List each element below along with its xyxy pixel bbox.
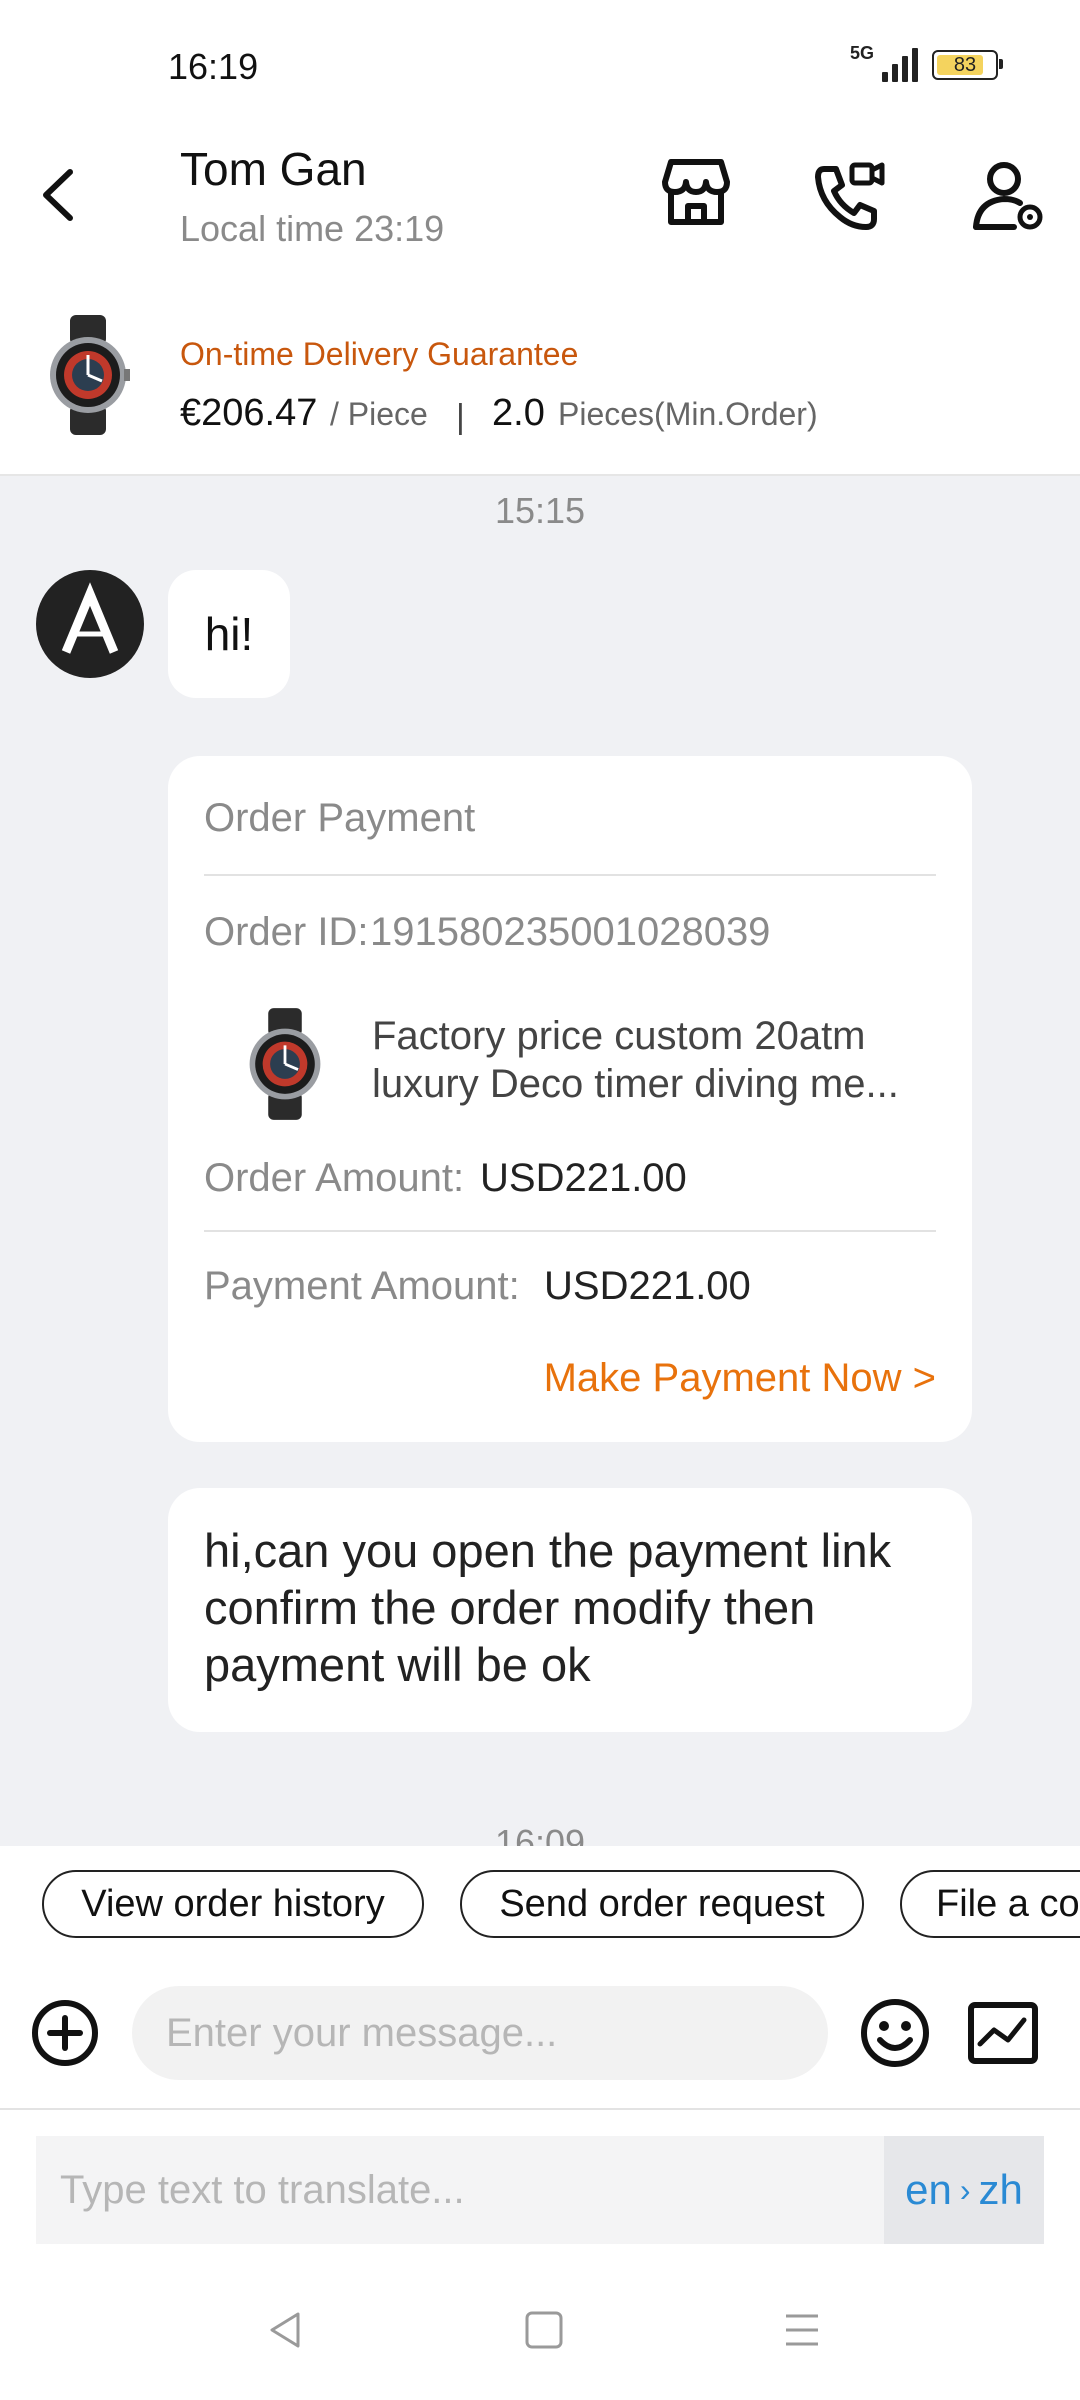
product-price: €206.47 [180,392,318,434]
square-home-icon [525,2311,563,2349]
message-text: hi,can you open the payment link confirm… [204,1524,892,1691]
brand-logo-icon [61,582,119,654]
avatar[interactable] [36,570,144,678]
triangle-back-icon [270,2312,300,2348]
nav-menu-button[interactable] [772,2300,832,2360]
contact-name[interactable]: Tom Gan [180,142,367,196]
product-thumbnail[interactable] [44,315,132,435]
back-button[interactable] [30,160,90,230]
nav-home-button[interactable] [514,2300,574,2360]
message-bubble-received[interactable]: hi,can you open the payment link confirm… [168,1488,972,1732]
status-time: 16:19 [168,46,259,87]
view-order-history-chip[interactable]: View order history [42,1870,424,1938]
signal-icon [882,48,918,82]
chat-timestamp: 15:15 [494,490,586,531]
battery-icon: 83 [932,50,1003,80]
card-product-thumbnail [244,1006,326,1122]
call-button[interactable] [808,155,890,237]
product-bar[interactable] [0,278,1080,476]
menu-lines-icon [786,2314,818,2346]
user-settings-icon [973,162,1043,230]
image-icon [968,2002,1038,2064]
quick-actions-bar[interactable]: View order history Send order request Fi… [0,1846,1080,1966]
emoji-button[interactable] [858,1996,932,2070]
contact-local-time: Local time 23:19 [180,208,445,249]
order-amount-value: USD221.00 [480,1156,687,1200]
chevron-right-icon: › [959,2171,971,2208]
chevron-left-icon [43,169,73,221]
battery-level: 83 [953,53,977,76]
nav-back-button[interactable] [256,2300,316,2360]
watch-image [50,315,130,435]
store-button[interactable] [655,152,737,234]
payment-amount-value: USD221.00 [544,1264,751,1308]
image-button[interactable] [966,2000,1040,2066]
message-input[interactable] [132,1986,828,2080]
language-switch[interactable]: en › zh [884,2136,1044,2244]
file-complaint-chip[interactable]: File a co [900,1870,1080,1938]
target-language: zh [978,2166,1023,2213]
divider [204,1230,936,1232]
min-order-unit: Pieces(Min.Order) [558,396,818,432]
status-indicators: 5G 83 [850,43,1003,82]
send-order-request-chip[interactable]: Send order request [460,1870,864,1938]
plus-circle-icon [32,2000,98,2066]
source-language: en [905,2166,952,2213]
price-unit: / Piece [330,396,428,432]
smiley-icon [861,1999,929,2067]
min-order-qty: 2.0 [492,392,545,434]
divider [204,874,936,876]
order-id-value: 191580235001028039 [370,910,771,954]
profile-settings-button[interactable] [968,155,1050,237]
watch-image [249,1008,321,1120]
make-payment-link[interactable]: Make Payment Now > [544,1356,936,1401]
add-attachment-button[interactable] [30,1998,100,2068]
card-title: Order Payment [204,796,476,840]
price-separator: | [456,398,465,436]
order-payment-card[interactable]: Order Payment Order ID: 1915802350010280… [168,756,972,1442]
phone-video-icon [815,162,885,230]
order-amount-label: Order Amount: [204,1156,465,1200]
payment-amount-label: Payment Amount: [204,1264,520,1308]
card-product-title: Factory price custom 20atm luxury Deco t… [372,1014,899,1106]
message-bubble-received[interactable]: hi! [168,570,290,698]
store-icon [662,159,730,225]
order-id-label: Order ID: [204,910,369,954]
delivery-guarantee-label: On-time Delivery Guarantee [180,336,579,372]
network-type: 5G [849,42,874,63]
translate-input[interactable] [36,2136,884,2244]
